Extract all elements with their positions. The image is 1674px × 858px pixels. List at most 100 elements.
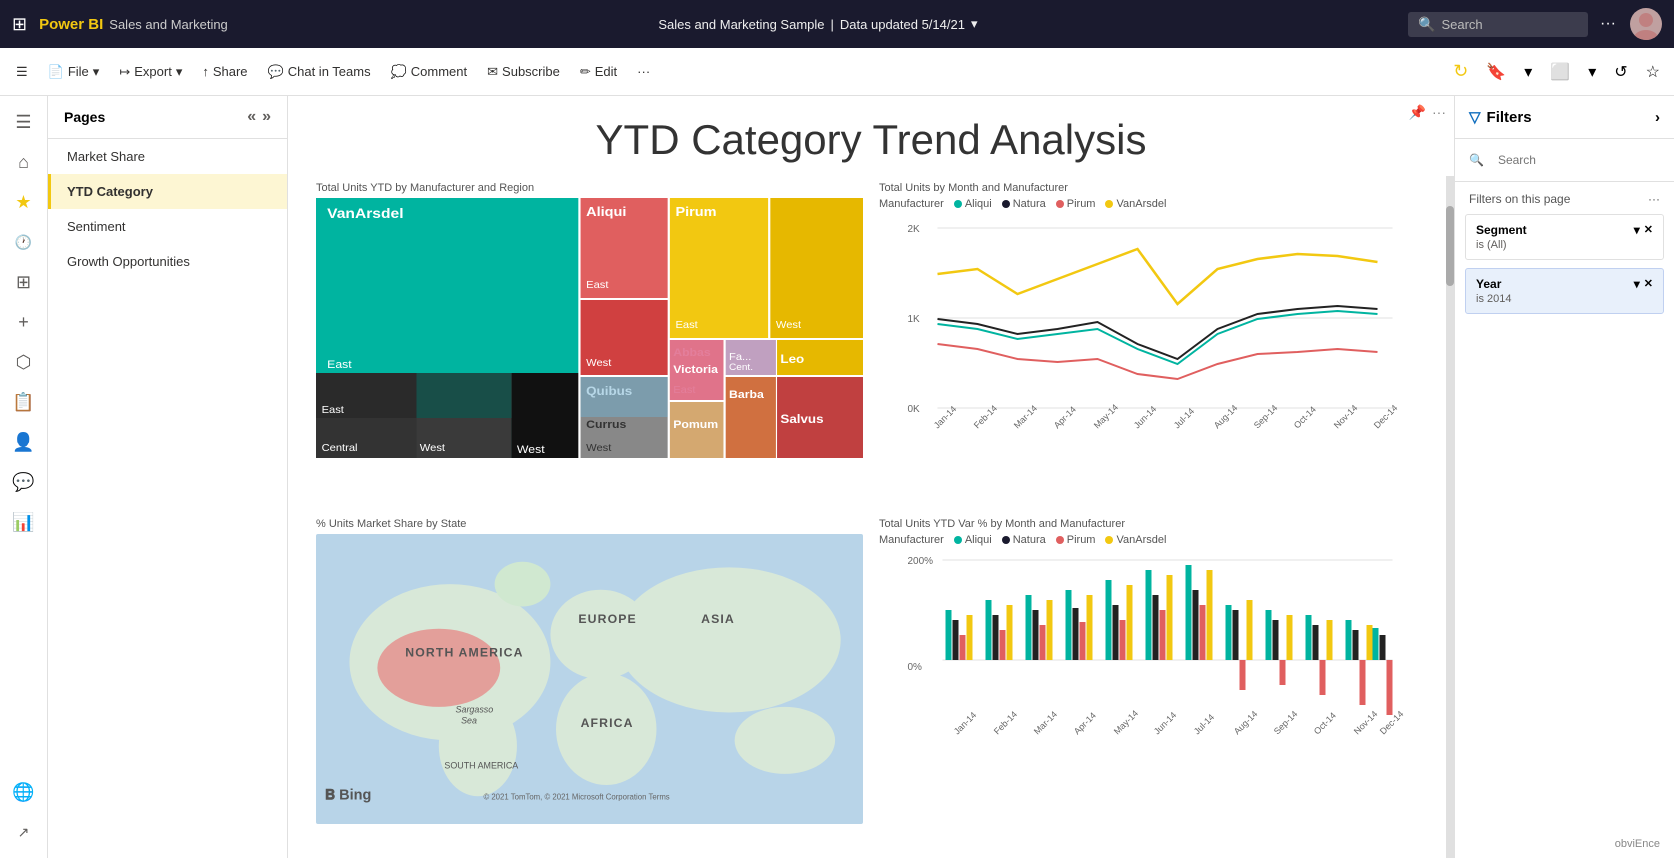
svg-text:© 2021 TomTom, © 2021 Microsof: © 2021 TomTom, © 2021 Microsoft Corporat… (483, 793, 669, 802)
view-btn[interactable]: ⬜ (1544, 58, 1576, 86)
svg-text:2K: 2K (908, 224, 921, 235)
filter-year[interactable]: Year ▾ ✕ is 2014 (1465, 268, 1664, 314)
nav-deployments[interactable]: 📊 (6, 504, 42, 540)
chevron-down-icon2[interactable]: ▾ (1582, 58, 1602, 86)
svg-text:Mar-14: Mar-14 (1012, 403, 1039, 430)
clear-filter-year-icon[interactable]: ✕ (1644, 277, 1653, 291)
svg-text:Feb-14: Feb-14 (972, 403, 999, 430)
clear-filter-icon[interactable]: ✕ (1644, 223, 1653, 237)
share-btn[interactable]: ↑ Share (194, 60, 255, 83)
map[interactable]: NORTH AMERICA EUROPE ASIA AFRICA SOUTH A… (316, 534, 863, 824)
filter-segment-value: is (All) (1476, 239, 1653, 251)
bar-chart[interactable]: 200% 0% (879, 550, 1426, 820)
svg-text:Jul-14: Jul-14 (1192, 712, 1216, 736)
filters-panel: ▽ Filters › 🔍 Filters on this page ··· S… (1454, 96, 1674, 858)
svg-text:East: East (322, 405, 344, 416)
nav-hamburger[interactable]: ☰ (6, 104, 42, 140)
nav-expand[interactable]: ↗ (6, 814, 42, 850)
filters-search-input[interactable] (1490, 149, 1660, 171)
svg-text:EUROPE: EUROPE (578, 612, 636, 626)
filters-search-box[interactable]: 🔍 (1455, 139, 1674, 182)
svg-text:Nov-14: Nov-14 (1352, 709, 1380, 737)
chevron-down-icon[interactable]: ▾ (971, 16, 978, 32)
svg-text:Cent.: Cent. (729, 362, 753, 372)
title-area: Sales and Marketing Sample | Data update… (240, 16, 1396, 32)
pages-title: Pages (64, 109, 105, 125)
search-icon: 🔍 (1418, 16, 1435, 33)
edit-btn[interactable]: ✏ Edit (572, 60, 625, 84)
page-market-share[interactable]: Market Share (48, 139, 287, 174)
nav-workspaces[interactable]: ⬡ (6, 344, 42, 380)
nav-create[interactable]: + (6, 304, 42, 340)
legend-aliqui: Aliqui (954, 198, 992, 210)
filter-segment[interactable]: Segment ▾ ✕ is (All) (1465, 214, 1664, 260)
search-box[interactable]: 🔍 (1408, 12, 1588, 37)
export-icon: ↦ (119, 64, 130, 80)
map-container: % Units Market Share by State (308, 510, 871, 846)
nav-favorites[interactable]: ★ (6, 184, 42, 220)
svg-text:Salvus: Salvus (780, 412, 823, 426)
svg-text:East: East (675, 320, 697, 331)
pages-collapse-btn[interactable]: ☰ (8, 60, 36, 84)
page-ytd-category[interactable]: YTD Category (48, 174, 287, 209)
top-icons: ··· (1600, 8, 1662, 40)
more-icon[interactable]: ··· (1600, 15, 1616, 33)
pin-area: 📌 ··· (1409, 104, 1446, 121)
report-title-label: Sales and Marketing Sample (658, 17, 824, 32)
chevron-down-icon[interactable]: ▾ (1634, 277, 1640, 291)
edit-icon: ✏ (580, 64, 591, 80)
star-btn[interactable]: ☆ (1640, 58, 1666, 86)
report-title-info: Sales and Marketing Sample | Data update… (658, 16, 977, 32)
nav-metrics[interactable]: 💬 (6, 464, 42, 500)
bookmark-btn[interactable]: 🔖 (1480, 58, 1512, 86)
avatar[interactable] (1630, 8, 1662, 40)
refresh-btn[interactable]: ↻ (1447, 57, 1474, 86)
hamburger-icon: ☰ (16, 64, 28, 80)
pin-icon[interactable]: 📌 (1409, 104, 1426, 121)
top-bar: ⊞ Power BI Sales and Marketing Sales and… (0, 0, 1674, 48)
filter-year-name: Year (1476, 277, 1501, 291)
collapse-right-btn[interactable]: » (262, 108, 271, 126)
ribbon: ☰ 📄 File ▾ ↦ Export ▾ ↑ Share 💬 Chat in … (0, 48, 1674, 96)
subscribe-btn[interactable]: ✉ Subscribe (479, 60, 568, 84)
svg-text:West: West (776, 320, 801, 331)
reset-btn[interactable]: ↺ (1608, 58, 1633, 86)
svg-text:Nov-14: Nov-14 (1332, 403, 1360, 431)
filters-expand-btn[interactable]: › (1655, 109, 1660, 126)
page-growth-opportunities[interactable]: Growth Opportunities (48, 244, 287, 279)
file-btn[interactable]: 📄 File ▾ (40, 60, 108, 84)
svg-text:East: East (327, 359, 352, 371)
chat-teams-btn[interactable]: 💬 Chat in Teams (260, 60, 379, 84)
treemap[interactable]: VanArsdel East Central West Natura E (316, 198, 863, 458)
bar-natura-dot (1002, 536, 1010, 544)
chevron-down-icon[interactable]: ▾ (1518, 58, 1538, 86)
nav-home[interactable]: ⌂ (6, 144, 42, 180)
separator: | (831, 17, 834, 32)
legend-label: Manufacturer (879, 534, 944, 546)
scrollbar[interactable] (1446, 176, 1454, 858)
svg-text:NORTH AMERICA: NORTH AMERICA (405, 646, 523, 660)
nav-people[interactable]: 👤 (6, 424, 42, 460)
more-icon[interactable]: ··· (1432, 104, 1446, 121)
chevron-down-icon[interactable]: ▾ (1634, 223, 1640, 237)
nav-recent[interactable]: 🕐 (6, 224, 42, 260)
nav-apps[interactable]: ⊞ (6, 264, 42, 300)
filters-more-icon[interactable]: ··· (1648, 192, 1660, 206)
scroll-thumb[interactable] (1446, 206, 1454, 286)
waffle-icon[interactable]: ⊞ (12, 14, 27, 35)
page-sentiment[interactable]: Sentiment (48, 209, 287, 244)
svg-text:Feb-14: Feb-14 (992, 709, 1019, 736)
collapse-left-btn[interactable]: « (247, 108, 256, 126)
filters-header: ▽ Filters › (1455, 96, 1674, 139)
teams-icon: 💬 (268, 64, 284, 80)
export-btn[interactable]: ↦ Export ▾ (111, 60, 190, 84)
nav-datahub[interactable]: 📋 (6, 384, 42, 420)
more-ribbon-btn[interactable]: ··· (629, 60, 658, 83)
legend-natura: Natura (1002, 198, 1046, 210)
main-layout: ☰ ⌂ ★ 🕐 ⊞ + ⬡ 📋 👤 💬 📊 🌐 ↗ Pages « » Mark… (0, 96, 1674, 858)
svg-text:Mar-14: Mar-14 (1032, 709, 1059, 736)
line-chart[interactable]: 2K 1K 0K (879, 214, 1426, 484)
comment-btn[interactable]: 💭 Comment (383, 60, 476, 84)
search-input[interactable] (1441, 17, 1561, 32)
nav-learn[interactable]: 🌐 (6, 774, 42, 810)
